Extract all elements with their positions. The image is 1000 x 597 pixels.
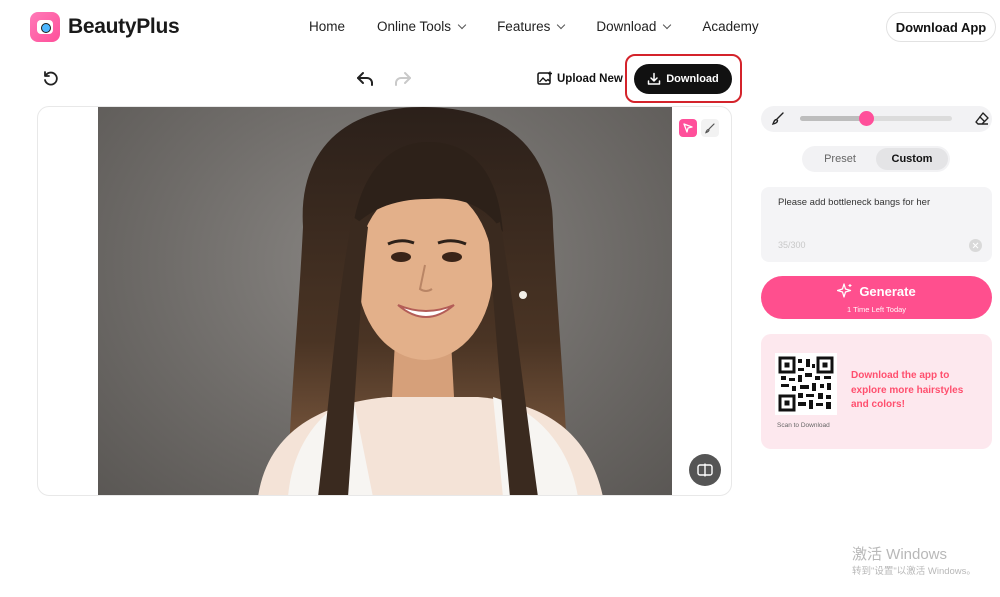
brush-icon [705,123,715,134]
image-canvas[interactable] [37,106,732,496]
download-app-button[interactable]: Download App [886,12,996,42]
prompt-value: Please add bottleneck bangs for her [778,197,931,208]
brush-tool[interactable] [701,119,719,137]
main-menu: Home Online Tools Features Download Acad… [309,19,791,34]
reset-icon[interactable] [42,70,60,88]
menu-item-features[interactable]: Features [497,19,566,34]
upload-image-icon [537,71,552,85]
brush-size-fill [800,116,867,121]
brush-size-slider[interactable] [800,116,952,121]
menu-item-label: Online Tools [377,19,452,34]
qr-code [775,353,837,415]
chevron-down-icon [663,20,672,29]
undo-icon[interactable] [356,71,374,87]
canvas-tool-group [679,119,719,137]
eraser-icon[interactable] [974,111,990,127]
compare-button[interactable] [689,454,721,486]
select-pen-tool[interactable] [679,119,697,137]
top-nav: BeautyPlus Home Online Tools Features Do… [0,0,1000,56]
sparkle-icon [837,283,852,298]
chevron-down-icon [457,20,467,29]
menu-item-online-tools[interactable]: Online Tools [377,19,467,34]
upload-new-button[interactable]: Upload New [537,71,623,86]
camera-logo-icon [30,12,60,42]
clear-icon[interactable] [969,239,982,252]
windows-watermark-subtitle: 转到"设置"以激活 Windows。 [852,566,976,577]
menu-item-label: Features [497,19,551,34]
download-highlight-annotation [625,54,742,103]
character-count: 35/300 [778,240,806,250]
menu-item-label: Home [309,19,346,34]
tab-preset[interactable]: Preset [804,148,876,170]
redo-icon[interactable] [394,71,412,87]
qr-code-icon [778,356,834,412]
tab-custom[interactable]: Custom [876,148,948,170]
menu-item-download[interactable]: Download [596,19,672,34]
menu-item-label: Download [596,19,657,34]
qr-caption: Scan to Download [777,422,830,429]
generate-label: Generate [859,283,916,299]
menu-item-academy[interactable]: Academy [702,19,758,34]
generate-quota: 1 Time Left Today [846,305,907,314]
chevron-down-icon [557,20,566,29]
portrait-photo[interactable] [98,107,672,495]
promo-text: Download the app to explore more hairsty… [851,370,964,410]
generate-label-row: Generate [761,283,992,299]
compare-icon [697,463,713,477]
windows-watermark-title: 激活 Windows [852,546,948,563]
app-promo-card: Scan to Download Download the app to exp… [761,334,992,449]
mode-tabs: Preset Custom [802,146,950,172]
brand-logo[interactable]: BeautyPlus [30,12,180,42]
brush-icon[interactable] [770,111,786,127]
select-pen-icon [683,123,693,133]
prompt-textarea[interactable]: Please add bottleneck bangs for her 35/3… [761,187,992,262]
portrait-illustration [258,107,603,495]
generate-button[interactable]: Generate 1 Time Left Today [761,276,992,319]
upload-new-label: Upload New [557,72,623,85]
brand-name: BeautyPlus [68,15,180,38]
menu-item-home[interactable]: Home [309,19,345,34]
menu-item-label: Academy [702,19,759,34]
